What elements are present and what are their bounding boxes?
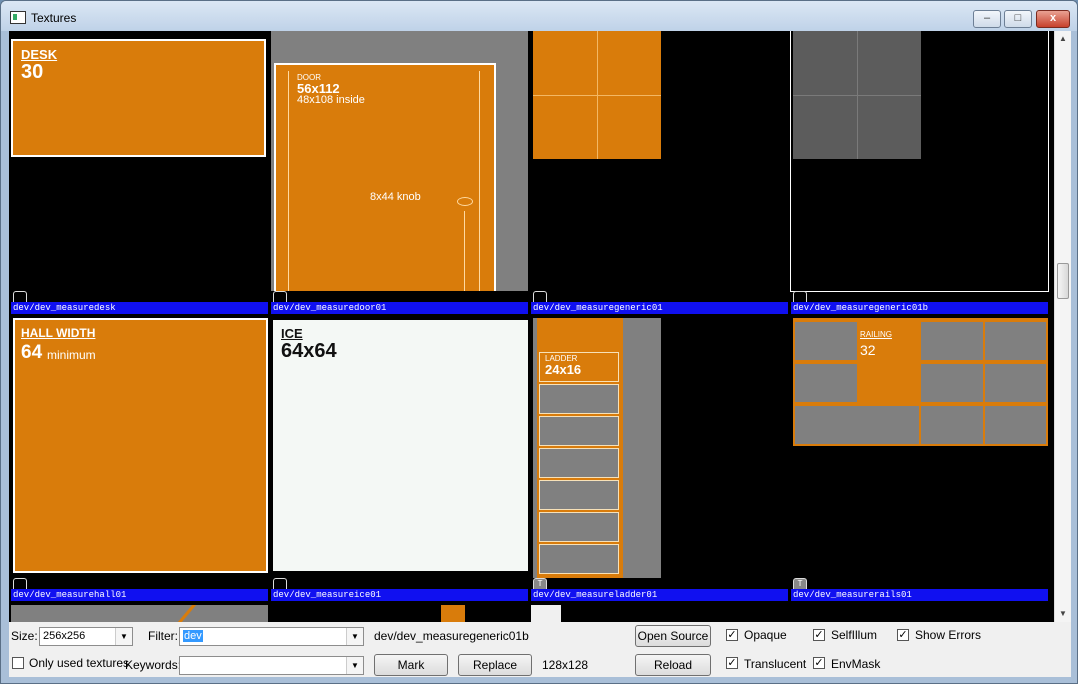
translucent-checkbox[interactable]: ✓: [726, 657, 738, 669]
reload-button[interactable]: Reload: [635, 654, 711, 676]
translucent-badge[interactable]: T: [533, 578, 547, 589]
client-area: DESK 30 dev/dev_measuredesk DOOR 56x112 …: [9, 31, 1071, 677]
texture-name: dev/dev_measuregeneric01: [531, 302, 788, 314]
only-used-label: Only used textures: [29, 656, 130, 670]
texture-preview: [531, 31, 788, 291]
chevron-down-icon[interactable]: ▼: [346, 628, 363, 645]
translucent-badge[interactable]: T: [793, 578, 807, 589]
texture-name: dev/dev_measuredesk: [11, 302, 268, 314]
texture-tile-partial[interactable]: [529, 605, 788, 622]
mark-button[interactable]: Mark: [374, 654, 448, 676]
current-texture-name: dev/dev_measuregeneric01b: [374, 629, 529, 643]
texture-checkbox[interactable]: [13, 291, 27, 302]
texture-preview: DOOR 56x112 48x108 inside 8x44 knob: [271, 31, 528, 291]
scroll-down-arrow-icon[interactable]: ▼: [1055, 606, 1071, 622]
scroll-up-arrow-icon[interactable]: ▲: [1055, 31, 1071, 47]
open-source-button[interactable]: Open Source: [635, 625, 711, 647]
chevron-down-icon[interactable]: ▼: [346, 657, 363, 674]
texture-checkbox[interactable]: [533, 291, 547, 302]
texture-name: dev/dev_measurehall01: [11, 589, 268, 601]
texture-checkbox[interactable]: [13, 578, 27, 589]
envmask-checkbox[interactable]: ✓: [813, 657, 825, 669]
texture-name: dev/dev_measuregeneric01b: [791, 302, 1048, 314]
filter-value: dev: [183, 630, 203, 642]
texture-checkbox[interactable]: [273, 578, 287, 589]
texture-tile[interactable]: DESK 30 dev/dev_measuredesk: [9, 31, 268, 318]
texture-tile-partial[interactable]: [9, 605, 268, 622]
filter-input[interactable]: dev ▼: [179, 627, 364, 646]
texture-tile[interactable]: dev/dev_measuregeneric01b: [789, 31, 1049, 318]
texture-checkbox[interactable]: [793, 291, 807, 302]
texture-value: 30: [21, 61, 44, 83]
texture-value: 32: [860, 342, 876, 358]
vertical-scrollbar[interactable]: ▲ ▼: [1054, 31, 1071, 622]
texture-tile[interactable]: LADDER 24x16 T dev/dev_measureladder01: [529, 318, 788, 605]
size-value: 256x256: [43, 630, 86, 642]
texture-name: dev/dev_measureice01: [271, 589, 528, 601]
keywords-label: Keywords:: [125, 658, 182, 672]
texture-title: HALL WIDTH: [21, 326, 96, 340]
keywords-input[interactable]: ▼: [179, 656, 364, 675]
filter-label: Filter:: [148, 629, 178, 643]
selfillum-label: SelfIllum: [831, 628, 878, 642]
texture-checkbox[interactable]: [273, 291, 287, 302]
replace-button[interactable]: Replace: [458, 654, 532, 676]
opaque-label: Opaque: [744, 628, 787, 642]
selfillum-checkbox[interactable]: ✓: [813, 629, 825, 641]
texture-tile[interactable]: dev/dev_measuregeneric01: [529, 31, 788, 318]
texture-value: 24x16: [545, 362, 582, 377]
texture-value: 64: [21, 342, 43, 363]
door-knob: 8x44 knob: [370, 191, 421, 203]
minimize-button[interactable]: –: [973, 10, 1001, 28]
window-title: Textures: [31, 11, 77, 25]
texture-tile[interactable]: ICE 64x64 dev/dev_measureice01: [269, 318, 528, 605]
size-select[interactable]: 256x256 ▼: [39, 627, 133, 646]
opaque-checkbox[interactable]: ✓: [726, 629, 738, 641]
texture-name: dev/dev_measurerails01: [791, 589, 1048, 601]
texture-tile[interactable]: HALL WIDTH 64 minimum dev/dev_measurehal…: [9, 318, 268, 605]
texture-tile[interactable]: RAILING 32 T dev/dev_measurerails01: [789, 318, 1048, 605]
textures-window: Textures – □ x DESK 30 dev/dev_measurede…: [0, 0, 1078, 684]
door-inside: 48x108 inside: [297, 94, 365, 106]
translucent-label: Translucent: [744, 657, 807, 671]
title-bar[interactable]: Textures – □ x: [1, 1, 1077, 31]
texture-title: DESK: [21, 47, 58, 62]
size-label: Size:: [11, 629, 38, 643]
only-used-checkbox[interactable]: [12, 657, 24, 669]
show-errors-label: Show Errors: [915, 628, 982, 642]
texture-title: ICE: [281, 326, 303, 341]
texture-tile[interactable]: DOOR 56x112 48x108 inside 8x44 knob dev/…: [269, 31, 528, 318]
texture-name: dev/dev_measuredoor01: [271, 302, 528, 314]
texture-dimensions: 128x128: [542, 658, 589, 672]
texture-value: 64x64: [281, 340, 337, 362]
app-icon: [10, 11, 26, 24]
maximize-button[interactable]: □: [1004, 10, 1032, 28]
texture-preview: [790, 31, 1049, 292]
texture-preview: RAILING 32: [791, 318, 1048, 578]
show-errors-checkbox[interactable]: ✓: [897, 629, 909, 641]
close-button[interactable]: x: [1036, 10, 1070, 28]
texture-preview: LADDER 24x16: [531, 318, 788, 578]
scrollbar-thumb[interactable]: [1057, 263, 1069, 299]
texture-preview: DESK 30: [11, 31, 268, 291]
texture-preview: ICE 64x64: [271, 318, 528, 578]
envmask-label: EnvMask: [831, 657, 881, 671]
texture-grid: DESK 30 dev/dev_measuredesk DOOR 56x112 …: [9, 31, 1054, 622]
chevron-down-icon[interactable]: ▼: [115, 628, 132, 645]
texture-preview: HALL WIDTH 64 minimum: [11, 318, 268, 578]
texture-suffix: minimum: [47, 348, 96, 362]
texture-title: RAILING: [860, 330, 893, 339]
texture-tile-partial[interactable]: [269, 605, 528, 622]
texture-name: dev/dev_measureladder01: [531, 589, 788, 601]
